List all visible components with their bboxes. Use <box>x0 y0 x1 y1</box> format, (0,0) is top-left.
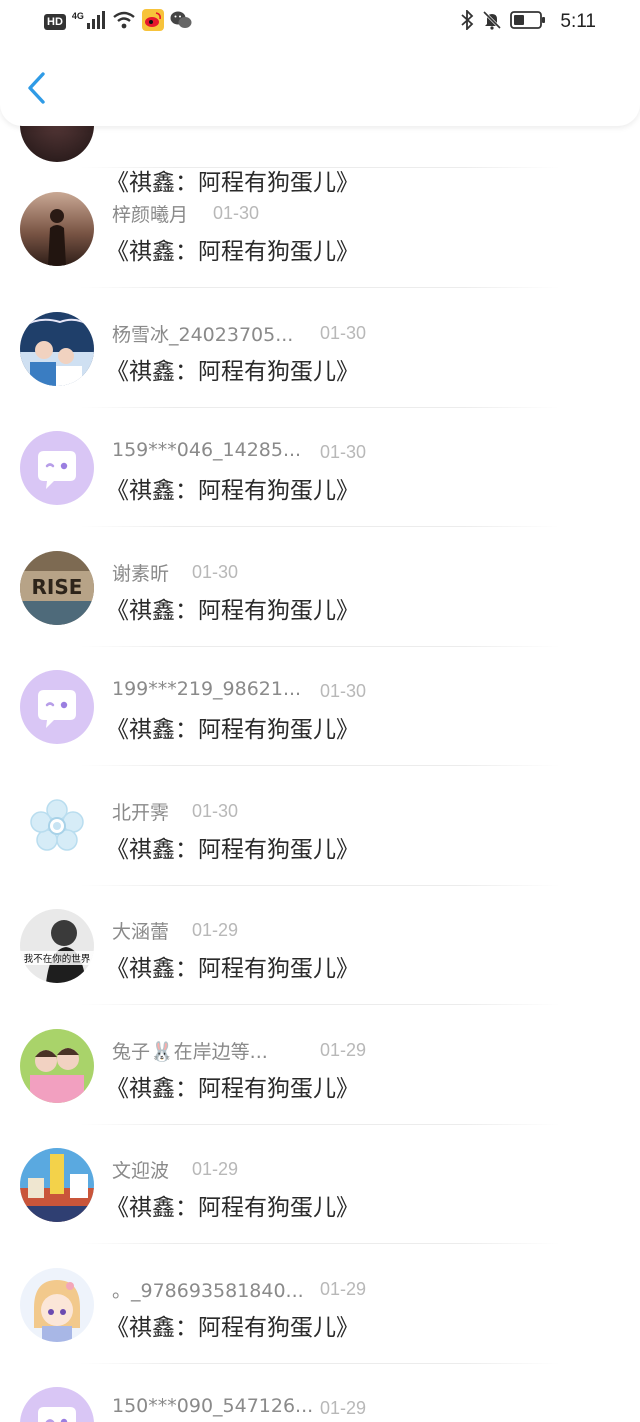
user-name[interactable]: 150***090_547126... <box>112 1395 313 1421</box>
comment-message: 《祺鑫：阿程有狗蛋儿》 <box>106 478 359 504</box>
comment-date: 01-30 <box>192 801 239 821</box>
comment-message: 《祺鑫：阿程有狗蛋儿》 <box>106 837 359 863</box>
list-item[interactable]: 150***090_547126... 01-29 <box>0 1363 640 1422</box>
avatar[interactable] <box>20 1268 94 1342</box>
status-bar-left: HD 4G <box>44 8 192 36</box>
comment-date: 01-30 <box>320 681 367 701</box>
list-item[interactable]: 199***219_98621... 01-30 《祺鑫：阿程有狗蛋儿》 <box>0 646 640 766</box>
list-item[interactable]: 兔子🐰在岸边等... 01-29 《祺鑫：阿程有狗蛋儿》 <box>0 1005 640 1125</box>
comment-list-page: 《祺鑫：阿程有狗蛋儿》 梓颜曦月 01-30 《祺鑫：阿程有狗蛋儿》 杨雪冰_2… <box>0 0 640 1422</box>
list-item[interactable]: 我不在你的世界 大涵蕾 01-29 《祺鑫：阿程有狗蛋儿》 <box>0 885 640 1005</box>
list-item[interactable]: 。_978693581840... 01-29 《祺鑫：阿程有狗蛋儿》 <box>0 1244 640 1364</box>
comment-date: 01-29 <box>192 920 239 940</box>
svg-text:RISE: RISE <box>32 575 83 599</box>
comment-date: 01-29 <box>192 1159 239 1179</box>
mute-bell-icon <box>482 10 502 35</box>
status-bar-right: 5:11 <box>460 8 596 35</box>
comment-date: 01-30 <box>320 442 367 462</box>
comment-date: 01-29 <box>320 1279 367 1299</box>
user-name[interactable]: 。_978693581840... <box>112 1276 304 1302</box>
hd-badge: HD <box>44 14 66 30</box>
list-item[interactable]: 杨雪冰_24023705... 01-30 《祺鑫：阿程有狗蛋儿》 <box>0 288 640 408</box>
back-button[interactable] <box>18 70 54 110</box>
default-chat-avatar-icon[interactable] <box>20 431 94 505</box>
weibo-icon <box>141 8 164 36</box>
list-item[interactable]: 梓颜曦月 01-30 《祺鑫：阿程有狗蛋儿》 <box>0 168 640 288</box>
user-name[interactable]: 兔子🐰在岸边等... <box>112 1037 268 1063</box>
comment-message: 《祺鑫：阿程有狗蛋儿》 <box>106 359 359 385</box>
list-item[interactable]: 159***046_14285... 01-30 《祺鑫：阿程有狗蛋儿》 <box>0 407 640 527</box>
avatar[interactable]: RISE <box>20 551 94 625</box>
user-name[interactable]: 159***046_14285... <box>112 439 301 465</box>
list-item[interactable]: 文迎波 01-29 《祺鑫：阿程有狗蛋儿》 <box>0 1124 640 1244</box>
user-name[interactable]: 谢素昕 <box>112 559 169 585</box>
comment-date: 01-29 <box>320 1398 367 1418</box>
status-time: 5:11 <box>560 11 596 32</box>
bluetooth-icon <box>460 8 474 35</box>
avatar[interactable] <box>20 1029 94 1103</box>
comment-date: 01-30 <box>320 323 367 343</box>
flower-avatar-icon[interactable] <box>20 790 94 864</box>
comment-date: 01-30 <box>192 562 239 582</box>
avatar[interactable] <box>20 312 94 386</box>
user-name[interactable]: 199***219_98621... <box>112 678 301 704</box>
list-item[interactable]: 北开霁 01-30 《祺鑫：阿程有狗蛋儿》 <box>0 766 640 886</box>
comment-message: 《祺鑫：阿程有狗蛋儿》 <box>106 1195 359 1221</box>
wifi-icon <box>112 11 136 34</box>
svg-text:我不在你的世界: 我不在你的世界 <box>24 953 91 965</box>
comment-message: 《祺鑫：阿程有狗蛋儿》 <box>106 717 359 743</box>
user-name[interactable]: 杨雪冰_24023705... <box>112 320 293 346</box>
user-name[interactable]: 大涵蕾 <box>112 917 169 943</box>
avatar[interactable]: 我不在你的世界 <box>20 909 94 983</box>
default-chat-avatar-icon[interactable] <box>20 670 94 744</box>
status-bar: HD 4G 5:11 <box>0 0 640 44</box>
chevron-left-icon <box>26 71 46 109</box>
comment-date: 01-29 <box>320 1040 367 1060</box>
avatar[interactable] <box>20 192 94 266</box>
comment-message: 《祺鑫：阿程有狗蛋儿》 <box>106 1076 359 1102</box>
comment-message: 《祺鑫：阿程有狗蛋儿》 <box>106 239 359 265</box>
wechat-icon <box>170 10 192 35</box>
top-header: HD 4G 5:11 <box>0 0 640 126</box>
list-item[interactable]: RISE 谢素昕 01-30 《祺鑫：阿程有狗蛋儿》 <box>0 527 640 647</box>
comment-message: 《祺鑫：阿程有狗蛋儿》 <box>106 956 359 982</box>
avatar[interactable] <box>20 1148 94 1222</box>
comment-message: 《祺鑫：阿程有狗蛋儿》 <box>106 598 359 624</box>
network-type-label: 4G <box>71 11 84 21</box>
signal-icon <box>86 10 106 34</box>
default-chat-avatar-icon[interactable] <box>20 1387 94 1422</box>
battery-icon <box>510 10 546 35</box>
user-name[interactable]: 梓颜曦月 <box>112 200 188 226</box>
user-name[interactable]: 北开霁 <box>112 798 169 824</box>
comment-date: 01-30 <box>213 203 260 223</box>
comment-message: 《祺鑫：阿程有狗蛋儿》 <box>106 1315 359 1341</box>
user-name[interactable]: 文迎波 <box>112 1156 169 1182</box>
